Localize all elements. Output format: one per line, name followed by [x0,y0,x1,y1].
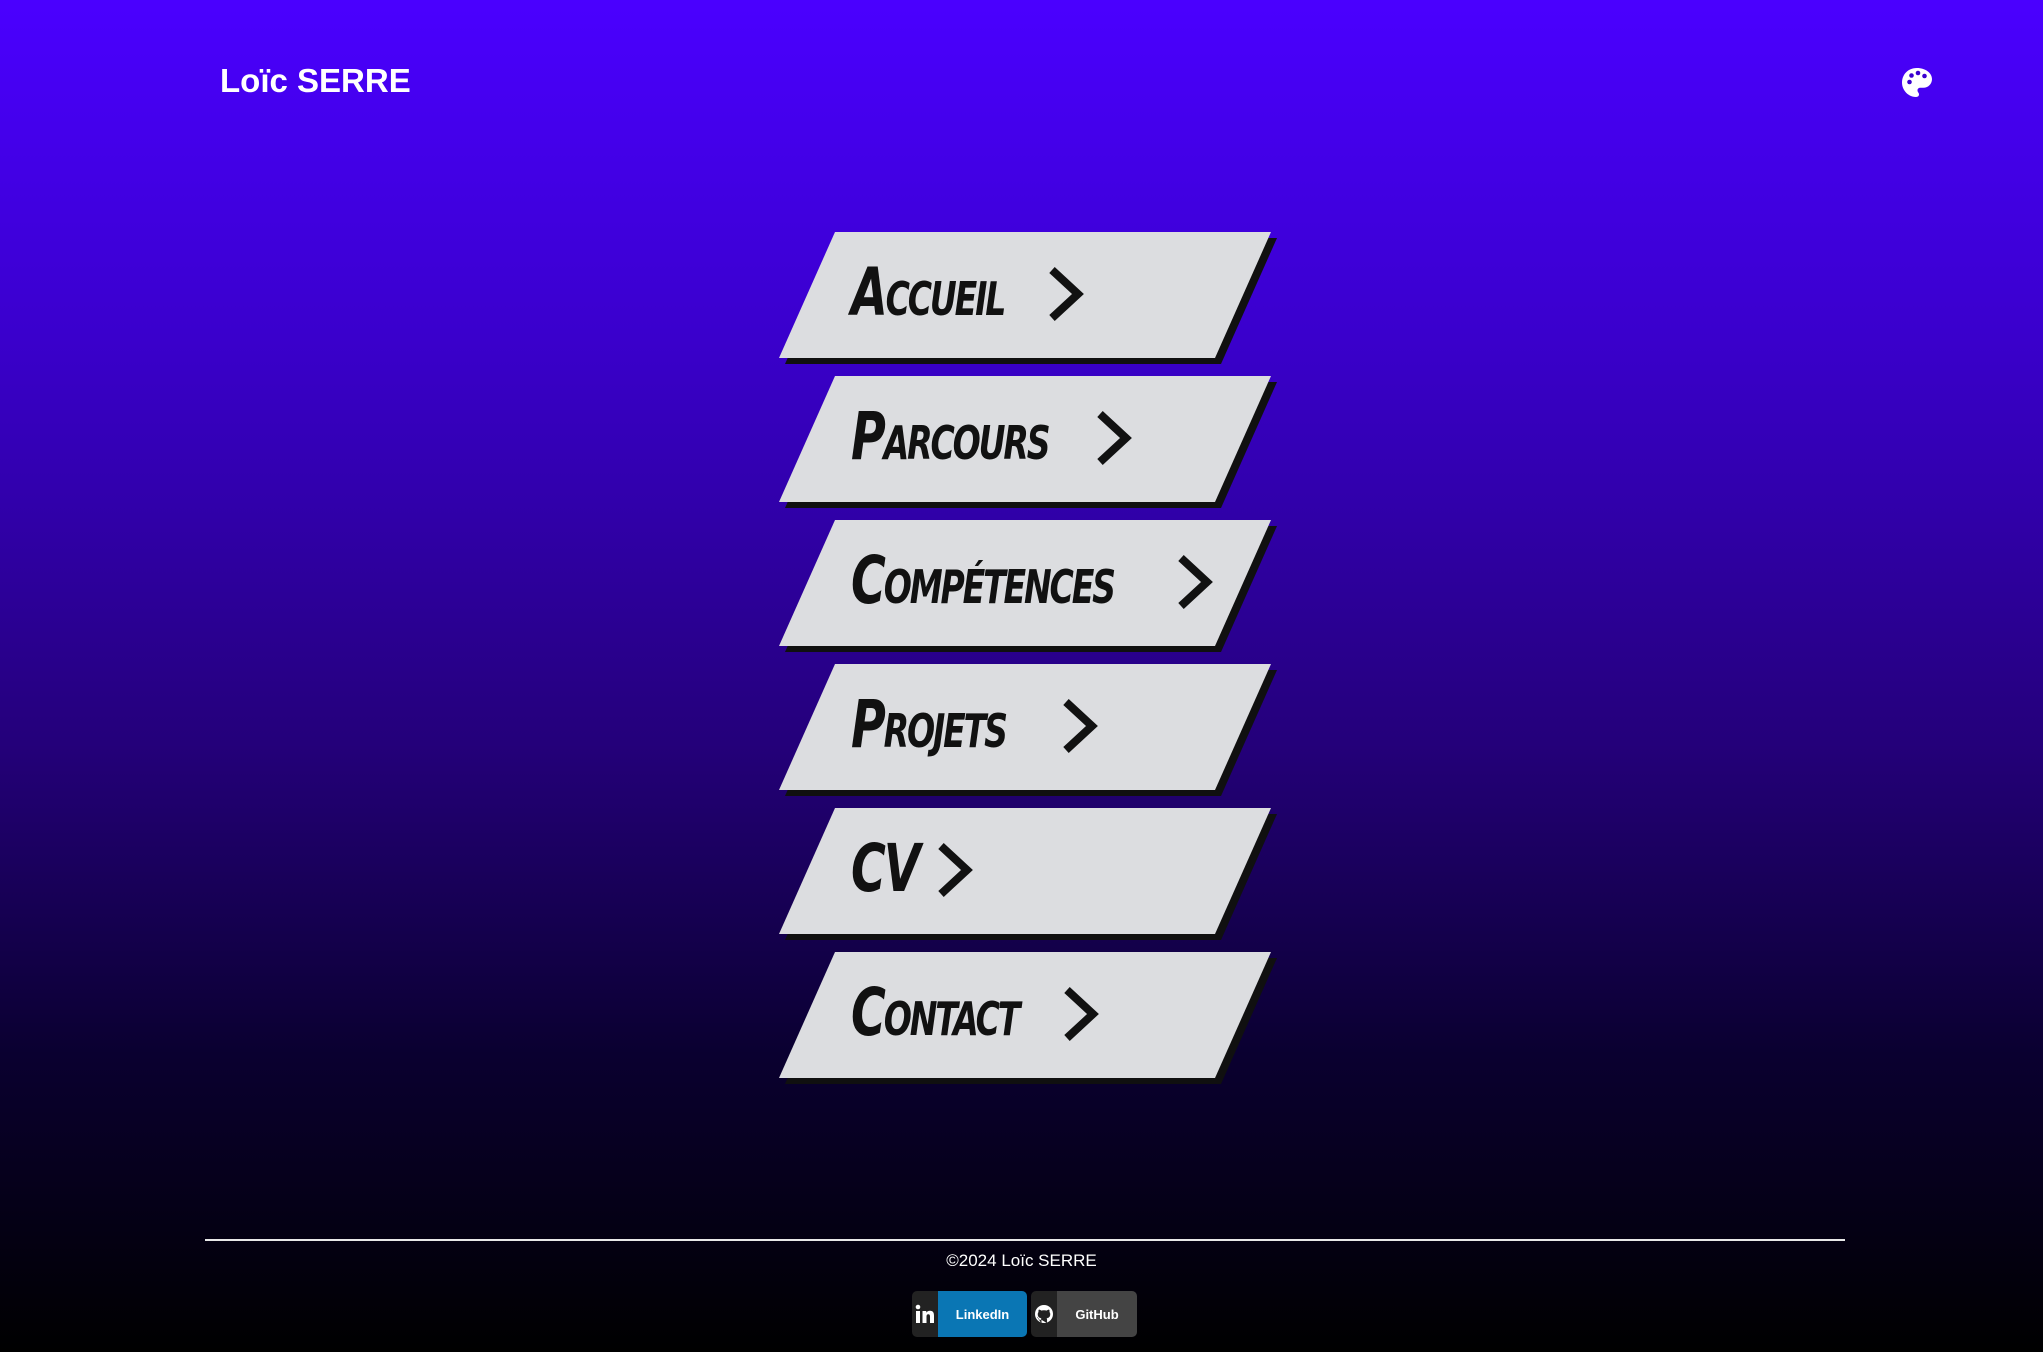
github-icon [1031,1291,1057,1337]
github-badge-label: GitHub [1057,1291,1137,1337]
linkedin-icon [912,1291,938,1337]
linkedin-badge-link[interactable]: LinkedIn [912,1291,1027,1337]
palette-icon [1902,68,1932,97]
chevron-right-icon [1097,411,1132,465]
menu-item-label: Projets [851,686,1008,763]
chevron-right-icon [1063,699,1098,753]
linkedin-badge-label: LinkedIn [938,1291,1027,1337]
chevron-right-icon [1064,987,1099,1041]
menu-item-label: Parcours [851,398,1051,475]
theme-palette-button[interactable] [1900,66,1934,100]
menu-item-label: CV [851,830,920,907]
menu-item-label: Contact [851,974,1020,1051]
menu-item-label: Accueil [851,254,1006,331]
chevron-right-icon [938,843,973,897]
chevron-right-icon [1178,555,1213,609]
menu-item-competences[interactable]: Compétences [779,520,1277,652]
menu-item-parcours[interactable]: Parcours [779,376,1277,508]
footer-copyright: ©2024 Loïc SERRE [946,1251,1097,1270]
site-brand[interactable]: Loïc SERRE [220,62,411,100]
chevron-right-icon [1049,267,1084,321]
menu-item-projets[interactable]: Projets [779,664,1277,796]
main-menu: Accueil Parcours Compétences Projets CV [779,232,1279,1096]
menu-item-label: Compétences [851,542,1116,619]
footer-divider [205,1239,1845,1241]
menu-item-contact[interactable]: Contact [779,952,1277,1084]
site-header: Loïc SERRE [0,0,2043,165]
menu-item-accueil[interactable]: Accueil [779,232,1277,364]
github-badge-link[interactable]: GitHub [1031,1291,1137,1337]
menu-item-cv[interactable]: CV [779,808,1277,940]
